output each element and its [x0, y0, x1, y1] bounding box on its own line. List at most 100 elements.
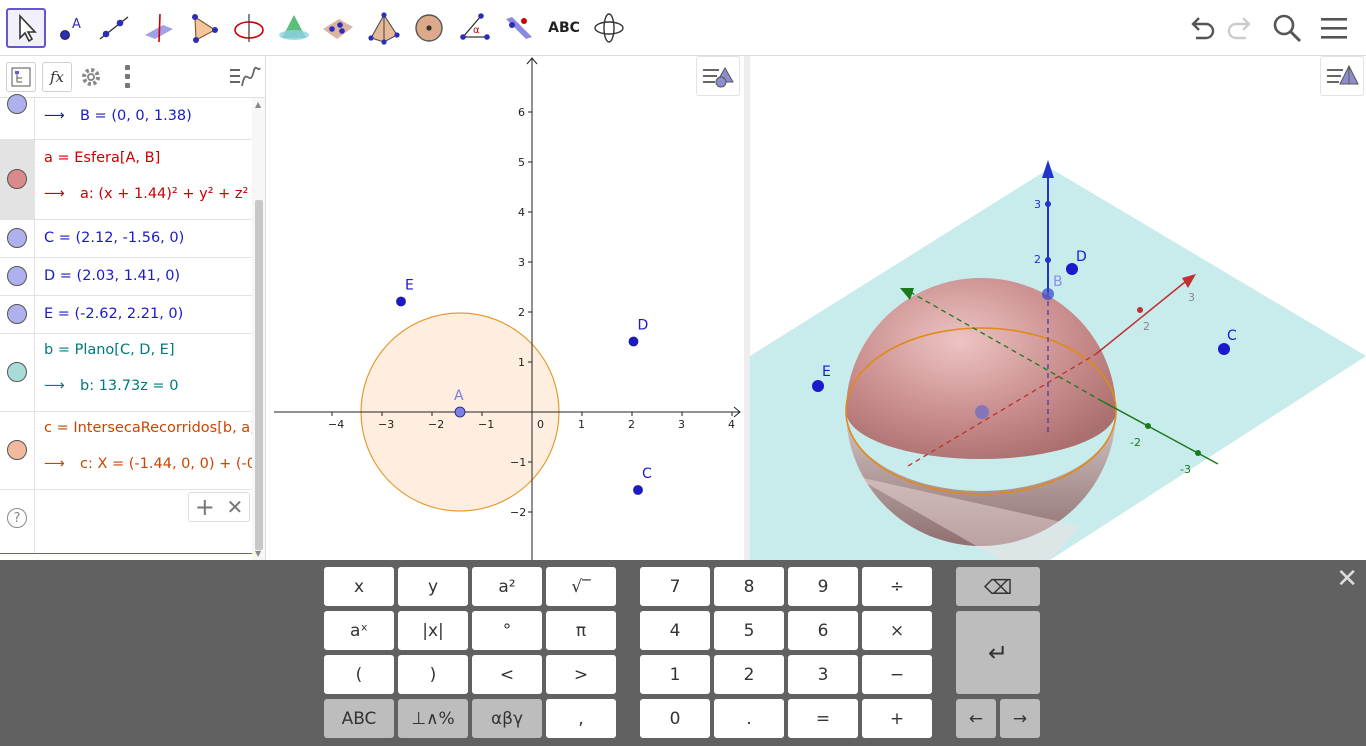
- point-a-3d[interactable]: [975, 405, 989, 419]
- key-num-9[interactable]: 2: [714, 655, 784, 694]
- y-tick-label: 4: [518, 206, 525, 219]
- key-10[interactable]: <: [472, 655, 542, 694]
- key-0[interactable]: x: [324, 567, 394, 606]
- undo-button[interactable]: [1184, 10, 1220, 46]
- visibility-toggle[interactable]: [7, 266, 27, 286]
- key-14[interactable]: αβγ: [472, 699, 542, 738]
- redo-button[interactable]: [1222, 10, 1258, 46]
- algebra-row-b-point[interactable]: ⟶ B = (0, 0, 1.38): [0, 94, 252, 140]
- key-13[interactable]: ⊥∧%: [398, 699, 468, 738]
- key-3[interactable]: √‾: [546, 567, 616, 606]
- algebra-row-plane-b[interactable]: b = Plano[C, D, E] ⟶ b: 13.73z = 0: [0, 334, 252, 412]
- text-tool-button[interactable]: ABC: [544, 8, 584, 48]
- visibility-toggle[interactable]: [7, 362, 27, 382]
- point-c-2d[interactable]: [633, 485, 643, 495]
- polygon-tool-button[interactable]: [184, 8, 224, 48]
- reflect-tool-button[interactable]: [499, 8, 539, 48]
- scroll-thumb[interactable]: [255, 200, 263, 550]
- more-options-icon[interactable]: [122, 64, 132, 90]
- key-num-12[interactable]: 0: [640, 699, 710, 738]
- algebra-row-sphere-a[interactable]: a = Esfera[A, B] ⟶ a: (x + 1.44)² + y² + …: [0, 140, 265, 220]
- angle-tool-button[interactable]: α: [454, 8, 494, 48]
- graphics-view-2d[interactable]: −4 −3 −2 −1 0 1 2 3 4 6 5 4 3 2 1 −1 −2 A C D E: [272, 56, 744, 560]
- visibility-toggle[interactable]: [7, 228, 27, 248]
- algebra-row-point-d[interactable]: D = (2.03, 1.41, 0): [0, 258, 252, 296]
- move-tool-button[interactable]: [6, 8, 46, 48]
- point-d-2d[interactable]: [628, 336, 639, 347]
- key-num-13[interactable]: .: [714, 699, 784, 738]
- key-12[interactable]: ABC: [324, 699, 394, 738]
- formula-button[interactable]: fx: [42, 62, 72, 92]
- point-c-3d[interactable]: [1218, 343, 1230, 355]
- style-bar-toggle-icon[interactable]: [228, 64, 262, 94]
- point-e-3d[interactable]: [812, 380, 824, 392]
- intersect-surfaces-button[interactable]: [274, 8, 314, 48]
- key-9[interactable]: ): [398, 655, 468, 694]
- visibility-toggle[interactable]: [7, 304, 27, 324]
- plane-tool-button[interactable]: [318, 8, 358, 48]
- settings-gear-icon[interactable]: [80, 66, 102, 92]
- algebra-row-point-c[interactable]: C = (2.12, -1.56, 0): [0, 220, 252, 258]
- algebra-row-point-e[interactable]: E = (-2.62, 2.21, 0): [0, 296, 252, 334]
- key-num-5[interactable]: 5: [714, 611, 784, 650]
- perpendicular-tool-button[interactable]: [139, 8, 179, 48]
- arrow-right-key[interactable]: →: [1000, 699, 1040, 738]
- visibility-toggle[interactable]: [7, 440, 27, 460]
- key-num-3[interactable]: ÷: [862, 567, 932, 606]
- backspace-key[interactable]: ⌫: [956, 567, 1040, 606]
- key-5[interactable]: |x|: [398, 611, 468, 650]
- add-plus-icon[interactable]: +: [195, 493, 215, 521]
- point-tool-button[interactable]: A: [50, 8, 90, 48]
- graphics-3d-canvas[interactable]: 3 2 2 3 -2 -3 B D C E: [750, 56, 1366, 560]
- key-4[interactable]: aˣ: [324, 611, 394, 650]
- visibility-toggle[interactable]: [7, 94, 27, 114]
- line-tool-button[interactable]: [94, 8, 134, 48]
- key-2[interactable]: a²: [472, 567, 542, 606]
- help-icon[interactable]: ?: [7, 508, 27, 528]
- key-15[interactable]: ,: [546, 699, 616, 738]
- graphics-3d-style-bar-button[interactable]: [1320, 56, 1364, 96]
- point-e-2d[interactable]: [396, 296, 406, 307]
- key-num-1[interactable]: 8: [714, 567, 784, 606]
- scroll-down-icon[interactable]: ▼: [255, 549, 261, 558]
- scroll-up-icon[interactable]: ▲: [255, 100, 261, 109]
- clear-x-icon[interactable]: ✕: [226, 495, 243, 519]
- search-button[interactable]: [1269, 10, 1305, 46]
- arrow-left-key[interactable]: ←: [956, 699, 996, 738]
- label-c-2d: C: [642, 466, 652, 482]
- key-num-0[interactable]: 7: [640, 567, 710, 606]
- keyboard-close-icon[interactable]: ✕: [1336, 564, 1358, 594]
- key-1[interactable]: y: [398, 567, 468, 606]
- key-num-8[interactable]: 1: [640, 655, 710, 694]
- algebra-input-row[interactable]: ? + ✕: [0, 490, 252, 554]
- algebra-scrollbar[interactable]: ▲ ▼: [252, 98, 265, 560]
- key-6[interactable]: °: [472, 611, 542, 650]
- x-tick-label: −3: [378, 418, 394, 431]
- point-a-2d[interactable]: [454, 406, 466, 418]
- algebra-row-intersection-c[interactable]: c = IntersecaRecorridos[b, a] ⟶ c: X = (-…: [0, 412, 261, 490]
- tree-view-button[interactable]: [6, 62, 36, 92]
- pyramid-tool-button[interactable]: [364, 8, 404, 48]
- key-num-15[interactable]: +: [862, 699, 932, 738]
- graphics-style-bar-button[interactable]: [696, 56, 740, 96]
- key-num-4[interactable]: 4: [640, 611, 710, 650]
- enter-key[interactable]: ↵: [956, 611, 1040, 694]
- key-num-2[interactable]: 9: [788, 567, 858, 606]
- visibility-toggle[interactable]: [7, 169, 27, 189]
- circle-tool-button[interactable]: [229, 8, 269, 48]
- sphere-tool-button[interactable]: [409, 8, 449, 48]
- key-7[interactable]: π: [546, 611, 616, 650]
- key-11[interactable]: >: [546, 655, 616, 694]
- key-num-6[interactable]: 6: [788, 611, 858, 650]
- key-num-7[interactable]: ×: [862, 611, 932, 650]
- rotate-view-button[interactable]: [589, 8, 629, 48]
- graphics-2d-canvas[interactable]: −4 −3 −2 −1 0 1 2 3 4 6 5 4 3 2 1 −1 −2 A C D E: [272, 56, 744, 560]
- menu-button[interactable]: [1316, 10, 1352, 46]
- key-num-10[interactable]: 3: [788, 655, 858, 694]
- key-num-11[interactable]: −: [862, 655, 932, 694]
- main-toolbar: A α ABC: [0, 0, 1366, 56]
- graphics-view-3d[interactable]: 3 2 2 3 -2 -3 B D C E: [750, 56, 1366, 560]
- key-8[interactable]: (: [324, 655, 394, 694]
- key-num-14[interactable]: =: [788, 699, 858, 738]
- row-c-definition: C = (2.12, -1.56, 0): [44, 230, 185, 246]
